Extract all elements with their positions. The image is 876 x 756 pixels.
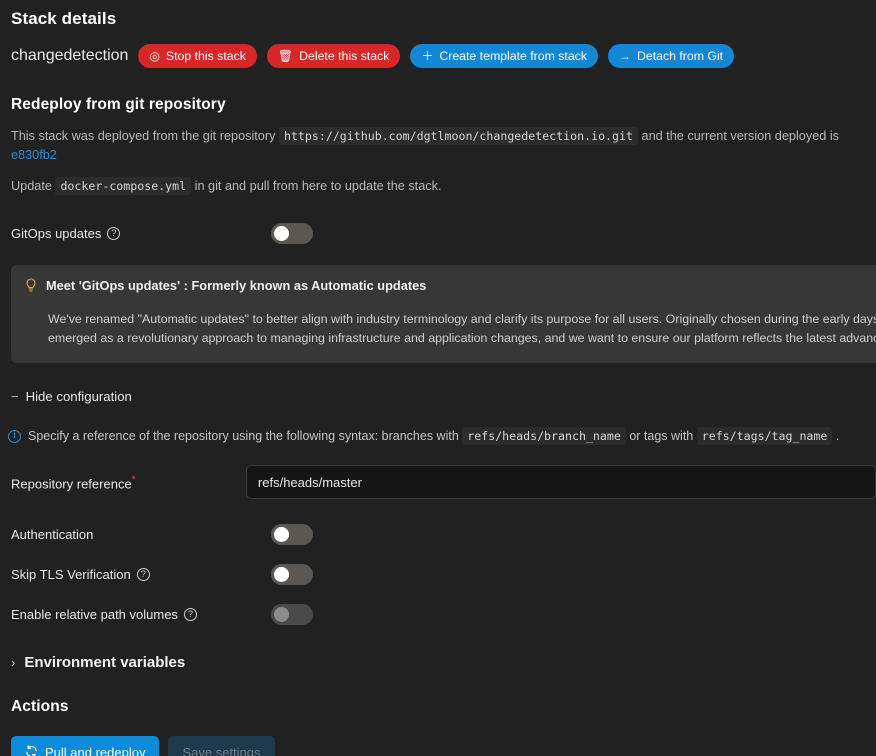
relative-path-volumes-label: Enable relative path volumes	[11, 607, 178, 622]
actions-title: Actions	[0, 698, 876, 716]
relative-path-volumes-row: Enable relative path volumes ?	[0, 602, 876, 626]
create-template-button[interactable]: ＋ Create template from stack	[410, 44, 598, 68]
stop-stack-label: Stop this stack	[166, 49, 246, 63]
banner-body: We've renamed "Automatic updates" to bet…	[48, 310, 876, 348]
trash-icon: 🗑	[278, 50, 293, 62]
update-prefix: Update	[11, 179, 52, 193]
stop-circle-icon: ◎	[149, 50, 159, 62]
update-suffix: in git and pull from here to update the …	[195, 179, 442, 193]
branch-syntax-code: refs/heads/branch_name	[462, 427, 626, 445]
gitops-updates-label-group: GitOps updates ?	[11, 226, 271, 241]
hide-configuration-toggle[interactable]: − Hide configuration	[0, 389, 876, 404]
minus-icon: −	[11, 390, 19, 403]
hint-text: Specify a reference of the repository us…	[28, 429, 839, 443]
hint-suffix: .	[836, 429, 839, 443]
redeploy-section: Redeploy from git repository This stack …	[0, 96, 876, 195]
repo-url-code: https://github.com/dgtlmoon/changedetect…	[279, 127, 638, 145]
create-template-label: Create template from stack	[439, 49, 587, 63]
hide-configuration-label: Hide configuration	[26, 389, 132, 404]
save-settings-button[interactable]: Save settings	[168, 736, 274, 756]
repository-reference-label-group: Repository reference*	[11, 474, 246, 491]
banner-heading: Meet 'GitOps updates' : Formerly known a…	[46, 278, 426, 293]
pull-and-redeploy-button[interactable]: Pull and redeploy	[11, 736, 159, 756]
authentication-label-group: Authentication	[11, 527, 271, 542]
gitops-help-icon[interactable]: ?	[107, 227, 120, 240]
compose-file-code: docker-compose.yml	[55, 177, 191, 195]
toggle-knob	[274, 527, 289, 542]
authentication-toggle[interactable]	[271, 524, 313, 545]
repository-reference-hint: i Specify a reference of the repository …	[0, 429, 876, 443]
authentication-label: Authentication	[11, 527, 93, 542]
gitops-info-banner: Meet 'GitOps updates' : Formerly known a…	[11, 265, 876, 363]
gitops-updates-toggle[interactable]	[271, 223, 313, 244]
skip-tls-verification-label: Skip TLS Verification	[11, 567, 131, 582]
stack-details-page: Stack details changedetection ◎ Stop thi…	[0, 0, 876, 756]
info-circle-icon: i	[8, 430, 21, 443]
hint-middle: or tags with	[629, 429, 693, 443]
arrow-right-icon: →	[619, 50, 631, 62]
environment-variables-label: Environment variables	[24, 654, 185, 671]
redeploy-desc-middle: and the current version deployed is	[642, 129, 839, 143]
skip-tls-label-group: Skip TLS Verification ?	[11, 567, 271, 582]
gitops-updates-row: GitOps updates ?	[0, 221, 876, 245]
stack-name: changedetection	[11, 47, 128, 65]
pull-and-redeploy-label: Pull and redeploy	[45, 745, 145, 756]
skip-tls-verification-row: Skip TLS Verification ?	[0, 562, 876, 586]
actions-bar: Pull and redeploy Save settings	[0, 736, 876, 756]
chevron-right-icon: ›	[11, 655, 15, 670]
repository-reference-label: Repository reference	[11, 476, 132, 491]
refresh-icon	[25, 745, 38, 756]
redeploy-title: Redeploy from git repository	[0, 96, 876, 114]
relative-path-volumes-help-icon[interactable]: ?	[184, 608, 197, 621]
relative-path-volumes-label-group: Enable relative path volumes ?	[11, 607, 271, 622]
environment-variables-section[interactable]: › Environment variables	[0, 654, 876, 671]
delete-stack-button[interactable]: 🗑 Delete this stack	[267, 44, 400, 68]
repository-reference-row: Repository reference*	[0, 465, 876, 499]
save-settings-label: Save settings	[182, 745, 260, 756]
stack-action-bar: changedetection ◎ Stop this stack 🗑 Dele…	[0, 44, 876, 68]
lightbulb-icon	[25, 278, 37, 296]
toggle-knob	[274, 226, 289, 241]
gitops-updates-label: GitOps updates	[11, 226, 101, 241]
delete-stack-label: Delete this stack	[299, 49, 389, 63]
toggle-knob	[274, 567, 289, 582]
authentication-row: Authentication	[0, 522, 876, 546]
redeploy-desc-prefix: This stack was deployed from the git rep…	[11, 129, 275, 143]
tag-syntax-code: refs/tags/tag_name	[697, 427, 833, 445]
repository-reference-input[interactable]	[246, 465, 876, 499]
stop-stack-button[interactable]: ◎ Stop this stack	[138, 44, 256, 68]
redeploy-update-note: Update docker-compose.yml in git and pul…	[0, 177, 876, 195]
skip-tls-help-icon[interactable]: ?	[137, 568, 150, 581]
redeploy-description: This stack was deployed from the git rep…	[0, 127, 876, 164]
commit-hash-link[interactable]: e830fb2	[11, 148, 57, 162]
skip-tls-verification-toggle[interactable]	[271, 564, 313, 585]
required-marker: *	[132, 474, 136, 486]
page-title: Stack details	[0, 0, 876, 29]
banner-heading-row: Meet 'GitOps updates' : Formerly known a…	[25, 278, 876, 296]
toggle-knob	[274, 607, 289, 622]
hint-prefix: Specify a reference of the repository us…	[28, 429, 459, 443]
detach-from-git-button[interactable]: → Detach from Git	[608, 44, 734, 68]
relative-path-volumes-toggle	[271, 604, 313, 625]
detach-from-git-label: Detach from Git	[637, 49, 723, 63]
plus-icon: ＋	[421, 50, 433, 62]
